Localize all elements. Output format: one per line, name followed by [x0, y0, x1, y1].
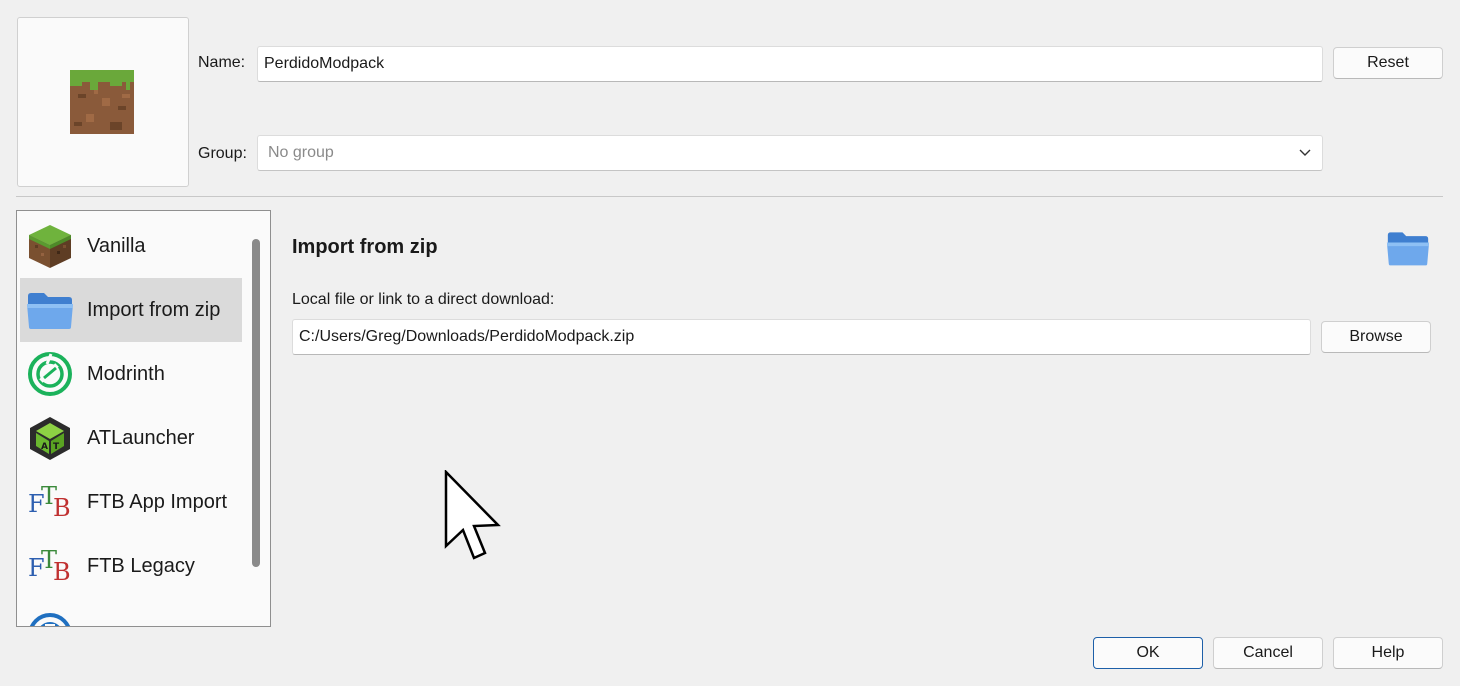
svg-text:A: A — [41, 442, 48, 452]
folder-icon — [1386, 228, 1430, 273]
grass-block-icon — [26, 222, 74, 270]
atlauncher-icon: A T — [26, 414, 74, 462]
source-item-label: FTB Legacy — [87, 554, 195, 577]
name-field[interactable]: PerdidoModpack — [257, 46, 1323, 82]
source-item-label: FTB App Import — [87, 490, 228, 513]
source-item-label: Modrinth — [87, 362, 165, 385]
source-item-curseforge[interactable] — [20, 598, 242, 626]
instance-icon-button[interactable] — [17, 17, 189, 187]
ftb-icon: F T B — [26, 478, 74, 526]
source-list[interactable]: Vanilla Import from zip Modrinth A T ATL… — [16, 210, 271, 627]
grass-block-icon — [70, 70, 134, 134]
source-item-modrinth[interactable]: Modrinth — [20, 342, 242, 406]
path-label: Local file or link to a direct download: — [292, 291, 555, 308]
chevron-down-icon — [1299, 149, 1311, 156]
source-item-ftb-app-import[interactable]: F T B FTB App Import — [20, 470, 242, 534]
header-separator — [16, 196, 1443, 197]
ok-button[interactable]: OK — [1093, 637, 1203, 669]
help-button[interactable]: Help — [1333, 637, 1443, 669]
source-item-label: ATLauncher — [87, 426, 195, 449]
svg-text:T: T — [53, 442, 60, 452]
group-label: Group: — [198, 145, 247, 162]
ftb-icon: F T B — [26, 542, 74, 590]
name-label: Name: — [198, 54, 246, 71]
source-item-label: Import from zip — [87, 298, 221, 321]
source-item-atlauncher[interactable]: A T ATLauncher — [20, 406, 242, 470]
source-item-vanilla[interactable]: Vanilla — [20, 214, 242, 278]
page-title: Import from zip — [292, 236, 438, 258]
source-item-label: Vanilla — [87, 234, 146, 257]
mouse-cursor-icon — [444, 470, 501, 560]
modrinth-icon — [26, 350, 74, 398]
name-field-value: PerdidoModpack — [264, 55, 385, 72]
svg-text:B: B — [53, 494, 71, 522]
source-item-ftb-legacy[interactable]: F T B FTB Legacy — [20, 534, 242, 598]
curseforge-icon — [26, 606, 74, 626]
source-item-import-zip[interactable]: Import from zip — [20, 278, 242, 342]
group-placeholder: No group — [268, 144, 334, 161]
group-combobox[interactable]: No group — [257, 135, 1323, 171]
cancel-button[interactable]: Cancel — [1213, 637, 1323, 669]
folder-icon — [26, 286, 74, 334]
scrollbar-thumb[interactable] — [252, 239, 260, 567]
browse-button[interactable]: Browse — [1321, 321, 1431, 353]
path-input[interactable]: C:/Users/Greg/Downloads/PerdidoModpack.z… — [292, 319, 1311, 355]
svg-text:B: B — [53, 558, 71, 586]
reset-button[interactable]: Reset — [1333, 47, 1443, 79]
path-input-value: C:/Users/Greg/Downloads/PerdidoModpack.z… — [299, 328, 635, 345]
